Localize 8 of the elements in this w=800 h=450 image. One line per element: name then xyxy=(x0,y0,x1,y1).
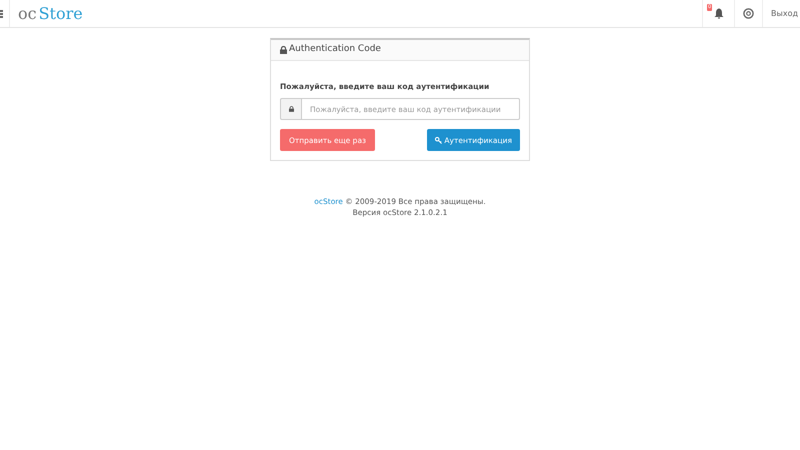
lock-icon xyxy=(288,106,294,112)
logo[interactable]: oc Store xyxy=(10,0,83,27)
key-icon xyxy=(435,136,442,144)
menu-icon[interactable] xyxy=(0,10,3,18)
lock-icon xyxy=(280,46,287,54)
bell-icon[interactable] xyxy=(714,8,724,19)
panel-title: Authentication Code xyxy=(289,43,381,56)
logout-link[interactable]: Выход xyxy=(771,8,798,20)
